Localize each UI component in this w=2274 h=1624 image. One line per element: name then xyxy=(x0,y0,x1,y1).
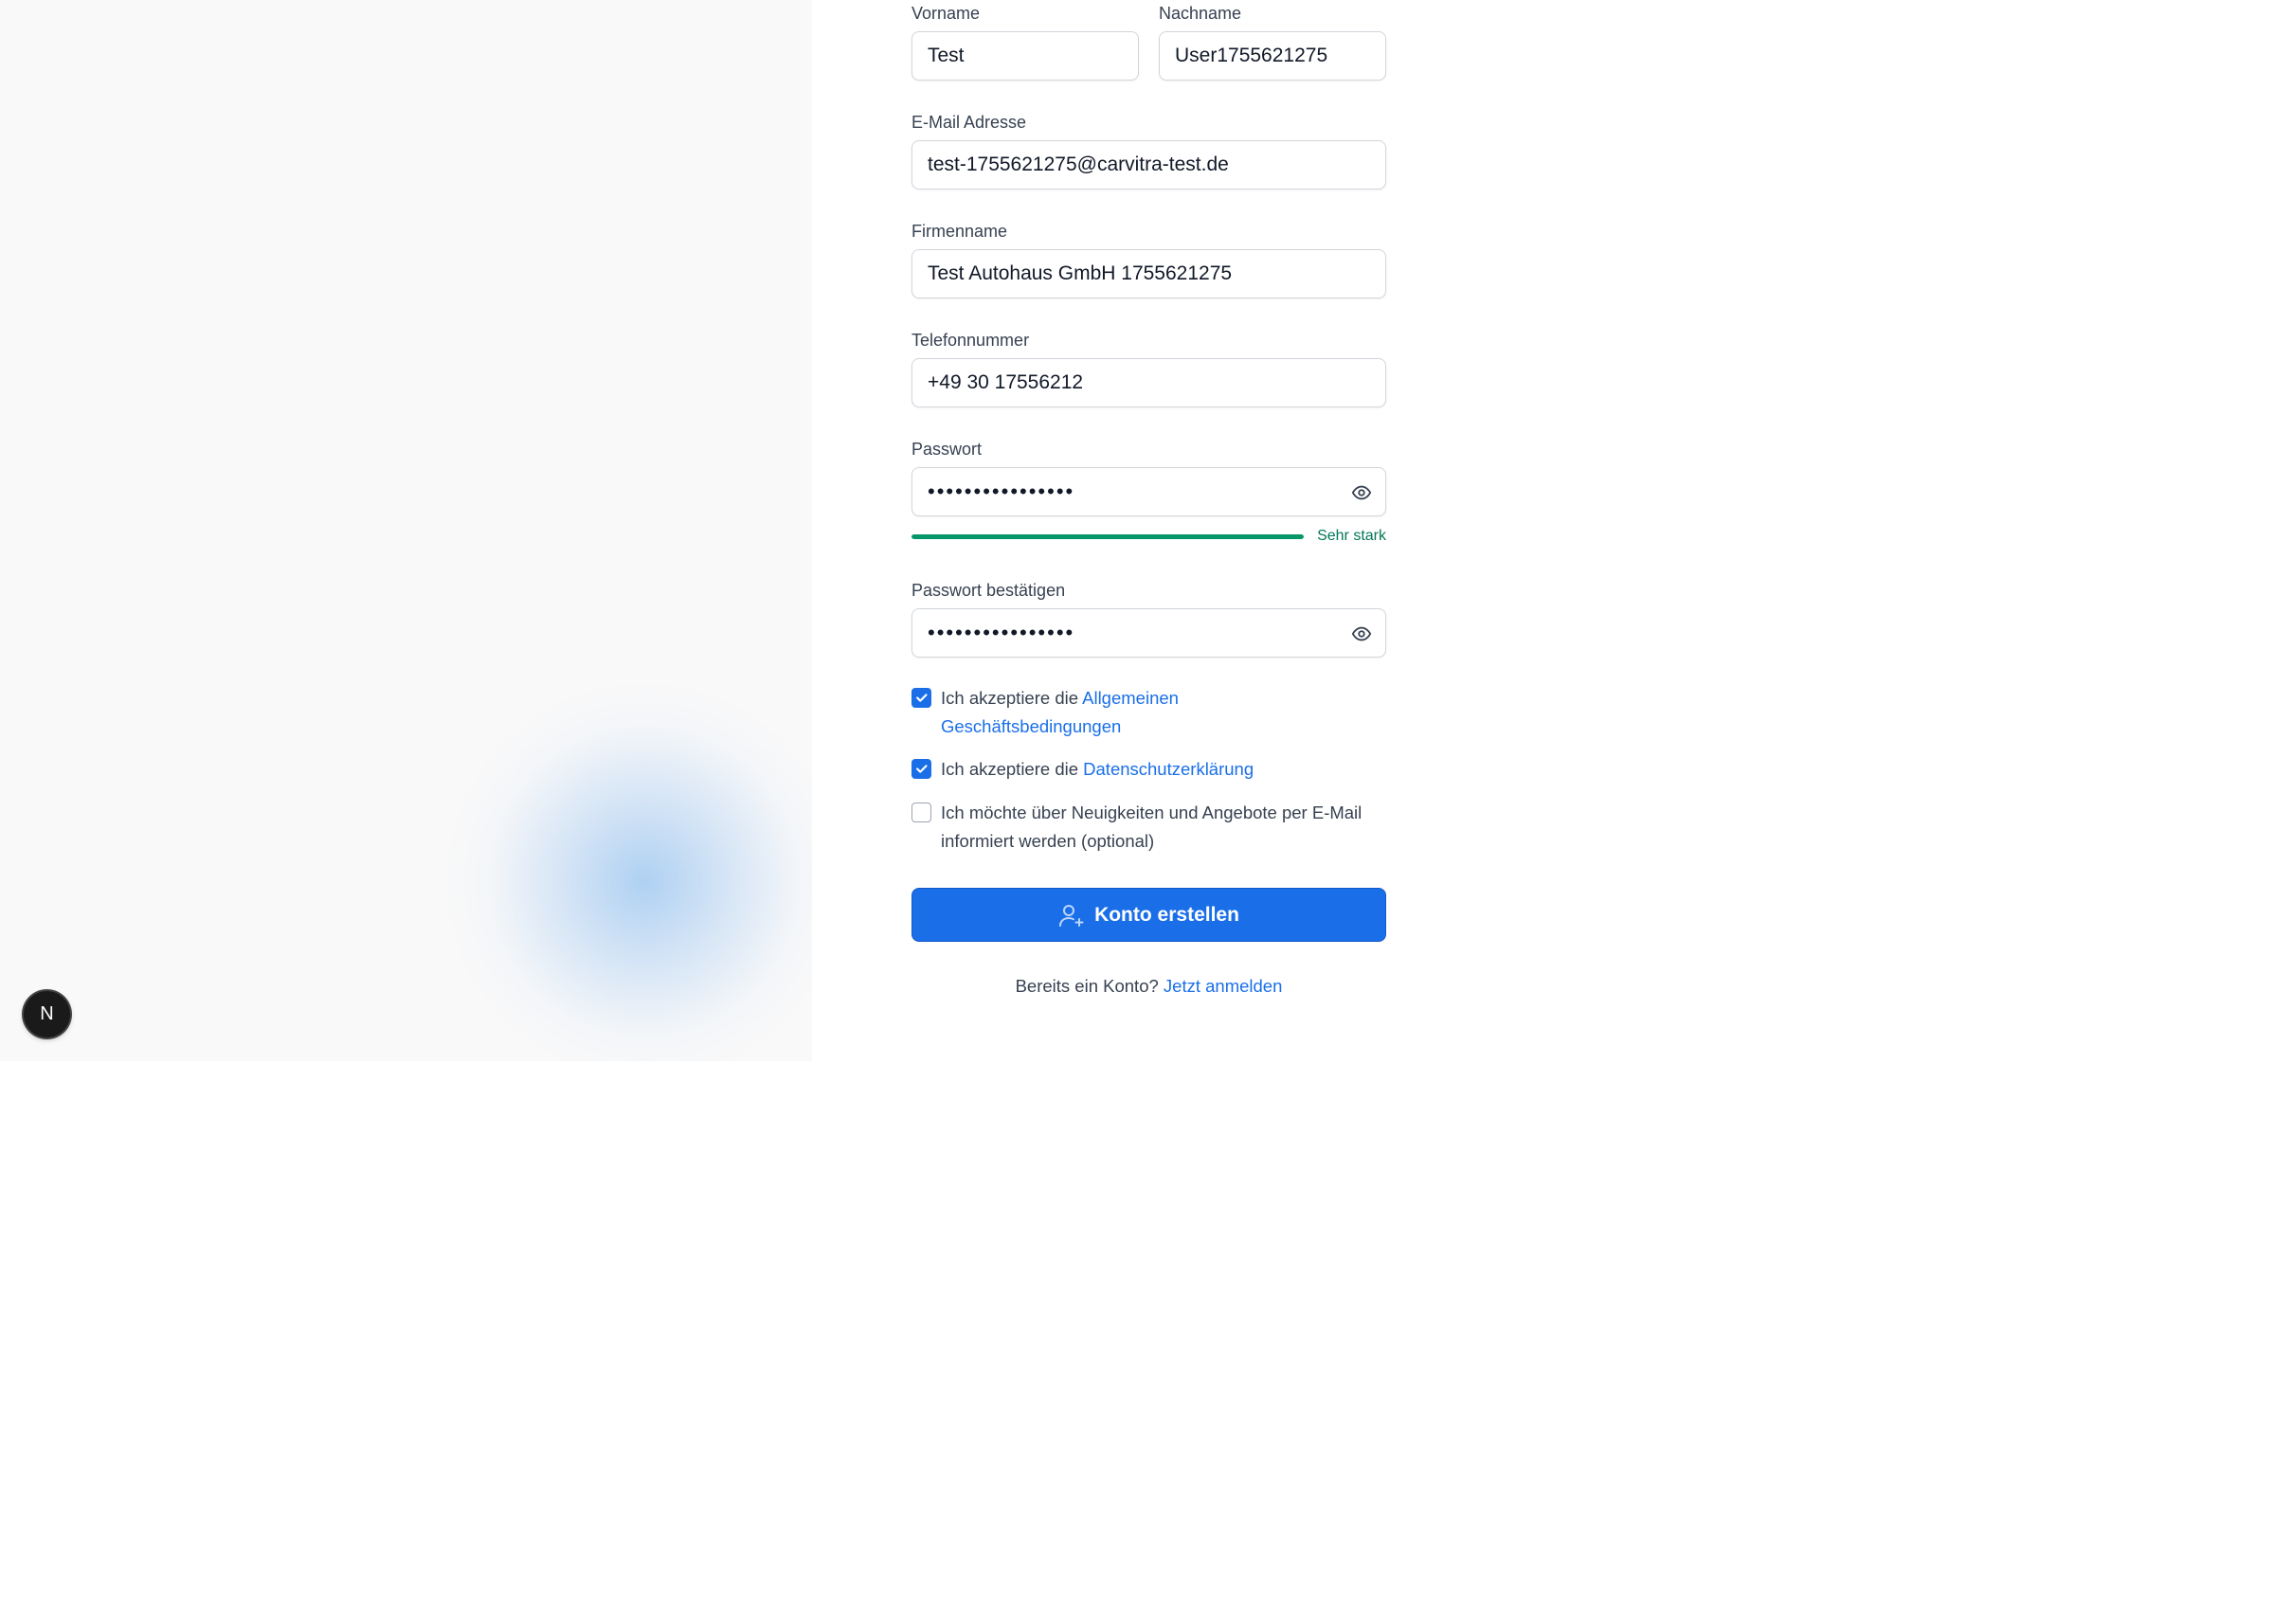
password-confirm-field[interactable]: •••••••••••••••• xyxy=(911,608,1386,658)
newsletter-row: Ich möchte über Neuigkeiten und Angebote… xyxy=(911,803,1362,856)
email-field[interactable]: test-1755621275@carvitra-test.de xyxy=(911,140,1386,189)
firstname-value: Test xyxy=(928,45,965,66)
privacy-text: Ich akzeptiere die Datenschutzerklärung xyxy=(941,755,1254,784)
password-confirm-value: •••••••••••••••• xyxy=(928,621,1075,644)
email-label: E-Mail Adresse xyxy=(911,113,1027,132)
eye-icon[interactable] xyxy=(1351,623,1372,644)
phone-value: +49 30 17556212 xyxy=(928,371,1084,393)
terms-row: Ich akzeptiere die Allgemeinen Geschäfts… xyxy=(911,688,1179,741)
password-strength-label: Sehr stark xyxy=(1317,528,1386,544)
password-confirm-label: Passwort bestätigen xyxy=(911,581,1066,600)
company-label: Firmenname xyxy=(911,222,1008,241)
create-account-label: Konto erstellen xyxy=(1094,903,1239,926)
password-field[interactable]: •••••••••••••••• xyxy=(911,467,1386,516)
lastname-label: Nachname xyxy=(1159,4,1242,23)
password-strength-bar xyxy=(911,534,1304,539)
phone-label: Telefonnummer xyxy=(911,331,1030,350)
left-decorative-panel xyxy=(0,0,812,1061)
check-icon xyxy=(916,694,928,702)
lastname-value: User1755621275 xyxy=(1175,45,1328,66)
user-plus-icon xyxy=(1059,904,1084,927)
firstname-field[interactable]: Test xyxy=(911,31,1139,81)
lastname-field[interactable]: User1755621275 xyxy=(1159,31,1386,81)
create-account-button[interactable]: Konto erstellen xyxy=(911,888,1386,942)
next-dev-badge[interactable]: N xyxy=(24,991,70,1038)
terms-prefix: Ich akzeptiere die xyxy=(941,688,1083,708)
next-badge-letter: N xyxy=(40,1003,54,1024)
email-value: test-1755621275@carvitra-test.de xyxy=(928,153,1229,175)
phone-field[interactable]: +49 30 17556212 xyxy=(911,358,1386,407)
blue-glow xyxy=(445,682,812,1061)
terms-link[interactable]: Allgemeinen xyxy=(1082,688,1179,708)
newsletter-line2: informiert werden (optional) xyxy=(941,831,1155,851)
check-icon xyxy=(916,765,928,773)
privacy-row: Ich akzeptiere die Datenschutzerklärung xyxy=(911,759,1254,784)
login-link[interactable]: Jetzt anmelden xyxy=(1164,976,1282,996)
password-label: Passwort xyxy=(911,440,983,459)
privacy-prefix: Ich akzeptiere die xyxy=(941,759,1084,779)
terms-text: Ich akzeptiere die Allgemeinen Geschäfts… xyxy=(941,684,1179,741)
newsletter-text: Ich möchte über Neuigkeiten und Angebote… xyxy=(941,799,1362,856)
login-prompt: Bereits ein Konto? Jetzt anmelden xyxy=(911,976,1386,997)
company-field[interactable]: Test Autohaus GmbH 1755621275 xyxy=(911,249,1386,298)
privacy-link[interactable]: Datenschutzerklärung xyxy=(1083,759,1254,779)
newsletter-line1: Ich möchte über Neuigkeiten und Angebote… xyxy=(941,803,1363,822)
password-strength-fill xyxy=(911,534,1304,539)
company-value: Test Autohaus GmbH 1755621275 xyxy=(928,262,1233,284)
password-value: •••••••••••••••• xyxy=(928,479,1075,503)
newsletter-checkbox[interactable] xyxy=(911,803,931,822)
privacy-checkbox[interactable] xyxy=(911,759,931,779)
firstname-label: Vorname xyxy=(911,4,981,23)
terms-link-line2[interactable]: Geschäftsbedingungen xyxy=(941,716,1121,736)
terms-checkbox[interactable] xyxy=(911,688,931,708)
login-prompt-text: Bereits ein Konto? xyxy=(1015,976,1159,996)
eye-icon[interactable] xyxy=(1351,482,1372,503)
